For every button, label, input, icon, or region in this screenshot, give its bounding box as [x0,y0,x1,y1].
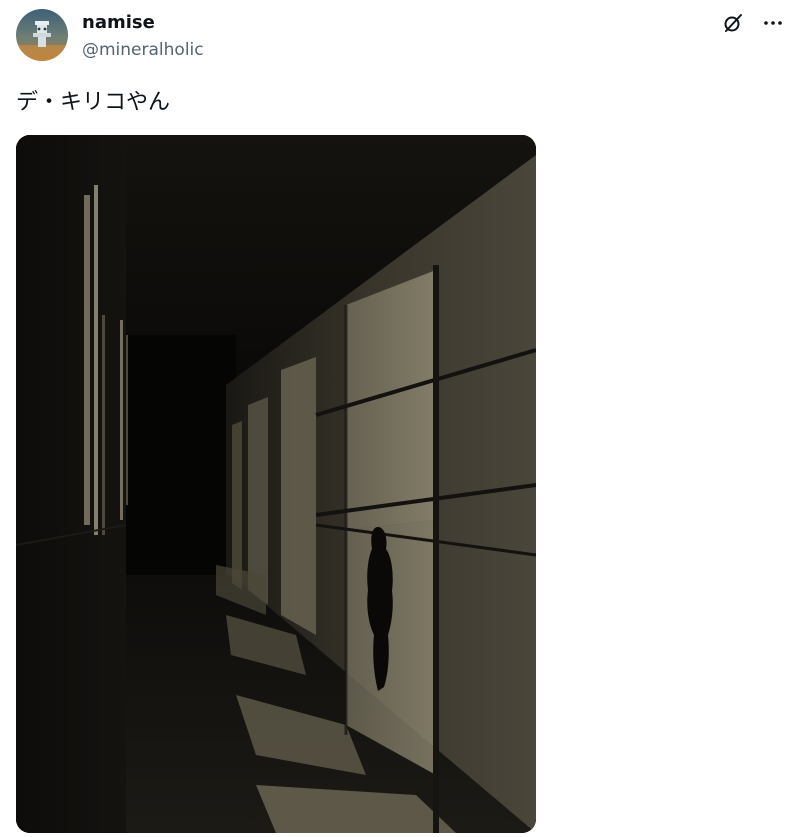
corridor-photo-image [16,135,536,833]
tweet-text: デ・キリコやん [16,90,171,115]
author-display-name[interactable]: namise [82,12,155,34]
more-icon[interactable] [760,10,786,36]
tweet-photo[interactable] [16,135,536,833]
tweet-post: namise @mineralholic デ・キリコやん [0,0,800,837]
grok-icon[interactable] [720,10,746,36]
author-handle[interactable]: @mineralholic [82,39,204,61]
avatar[interactable] [16,9,68,61]
post-top-actions [720,10,786,36]
